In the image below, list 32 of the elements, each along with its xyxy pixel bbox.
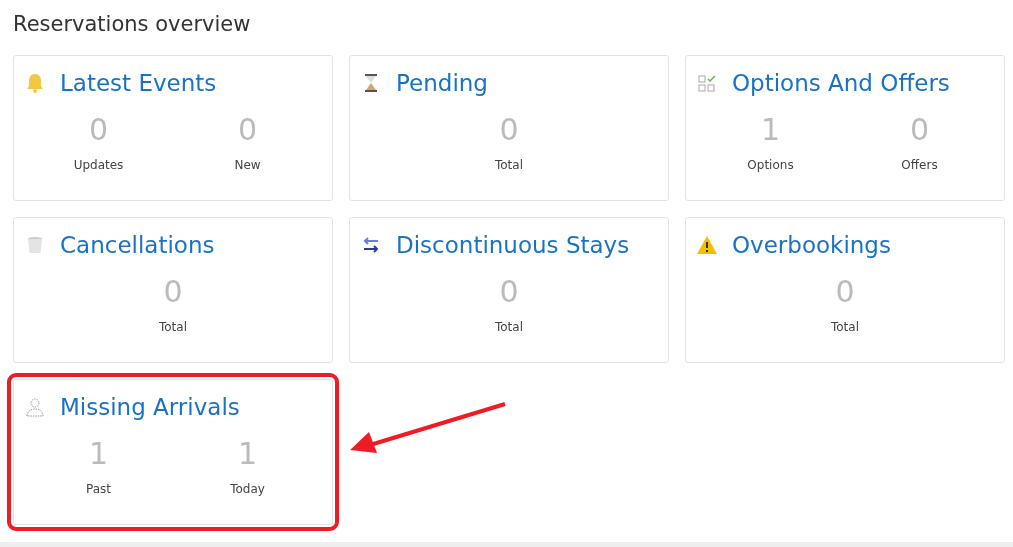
stat-label: Offers xyxy=(901,158,938,172)
card-title[interactable]: Discontinuous Stays xyxy=(396,232,630,258)
card-title[interactable]: Options And Offers xyxy=(732,70,950,96)
page-title: Reservations overview xyxy=(13,11,252,38)
stat-value: 1 xyxy=(760,111,781,149)
stat-label: Options xyxy=(747,158,794,172)
stat-value: 0 xyxy=(835,273,855,311)
stat-value: 1 xyxy=(237,435,258,473)
warning-icon xyxy=(696,234,718,256)
card-title[interactable]: Missing Arrivals xyxy=(60,394,240,420)
person-icon xyxy=(24,396,46,418)
card-title[interactable]: Overbookings xyxy=(732,232,891,258)
stat-value: 1 xyxy=(88,435,109,473)
stat-label: Updates xyxy=(73,158,124,172)
stat-label: Past xyxy=(86,482,111,496)
stat-label: Total xyxy=(495,320,523,334)
card-title[interactable]: Cancellations xyxy=(60,232,215,258)
stat-value: 0 xyxy=(237,111,258,149)
stat-label: Today xyxy=(230,482,265,496)
checklist-icon xyxy=(696,72,718,94)
stat-value: 0 xyxy=(88,111,109,149)
stat-value: 0 xyxy=(499,111,519,149)
stat-value: 0 xyxy=(909,111,930,149)
card-title[interactable]: Pending xyxy=(396,70,488,96)
stat-label: Total xyxy=(495,158,523,172)
stat-label: Total xyxy=(831,320,859,334)
stat-value: 0 xyxy=(163,273,183,311)
bell-icon xyxy=(24,72,46,94)
stat-value: 0 xyxy=(499,273,519,311)
card-title[interactable]: Latest Events xyxy=(60,70,217,96)
stat-label: Total xyxy=(159,320,187,334)
stat-label: New xyxy=(234,158,261,172)
